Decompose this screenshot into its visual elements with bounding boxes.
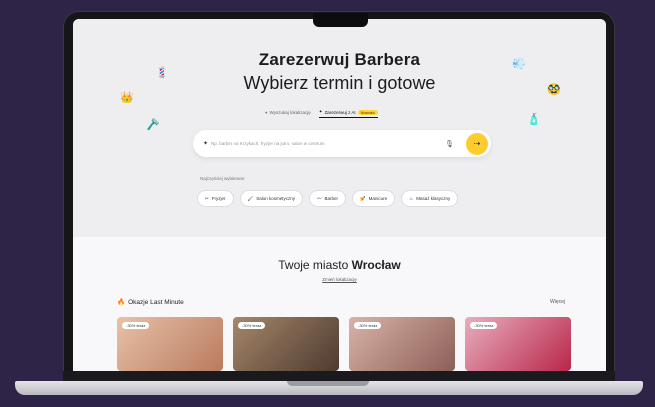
offer-card[interactable]: -30% teraz <box>465 317 571 371</box>
tab-ai[interactable]: ✦ Zarezerwuj z AI Nowość <box>318 109 378 118</box>
page-title: Zarezerwuj Barbera <box>258 50 421 69</box>
scissors-icon: ✂ <box>205 195 209 201</box>
submit-button[interactable]: ⇢ <box>466 132 488 155</box>
more-link[interactable]: Więcej <box>550 299 565 305</box>
chip-salon[interactable]: 🖌 Salon kosmetyczny <box>239 190 304 207</box>
lastminute-cards: -30% teraz -30% teraz -30% teraz -30% te… <box>117 317 571 371</box>
city-title: Twoje miasto Wrocław <box>73 258 606 272</box>
chip-label: Fryzjer <box>211 196 226 201</box>
change-location-link[interactable]: Zmień lokalizację <box>73 277 606 282</box>
search-input[interactable]: Np. barber na Krzykach, fryzjer na jutro… <box>211 141 445 146</box>
chip-label: Masaż klasyczny <box>416 196 451 201</box>
city-section: Twoje miasto Wrocław Zmień lokalizację 🔥… <box>73 237 606 371</box>
chip-label: Barber <box>324 196 339 201</box>
hero-section: 💈 👑 🪒 💨 🥸 🧴 Zarezerwuj Barbera Wybierz t… <box>73 19 606 237</box>
mustache-icon: 〰 <box>317 195 322 201</box>
tab-ai-label: Zarezerwuj z AI <box>324 109 356 115</box>
offer-card[interactable]: -30% teraz <box>349 317 455 371</box>
discount-badge: -30% teraz <box>470 322 498 329</box>
sparkle-icon: ✦ <box>203 141 209 147</box>
massage-icon: ♨ <box>409 195 414 201</box>
offer-card[interactable]: -30% teraz <box>233 317 339 371</box>
chip-manicure[interactable]: 💅 Manicure <box>352 190 396 207</box>
microphone-icon[interactable]: 🎙 <box>445 140 454 148</box>
tab-location-label: Wyszukaj lokalizację <box>269 110 311 115</box>
search-mode-tabs: ⌖ Wyszukaj lokalizację ✦ Zarezerwuj z AI… <box>265 109 378 118</box>
chip-barber[interactable]: 〰 Barber <box>309 190 347 207</box>
offer-card[interactable]: -30% teraz <box>117 317 223 371</box>
discount-badge: -30% teraz <box>122 322 150 329</box>
bottle-illustration-icon: 🧴 <box>527 114 541 126</box>
chip-fryzjer[interactable]: ✂ Fryzjer <box>197 190 234 207</box>
chip-masaz[interactable]: ♨ Masaż klasyczny <box>401 190 459 207</box>
lastminute-title: Okazje Last Minute <box>128 298 184 306</box>
razor-illustration-icon: 🪒 <box>146 119 160 131</box>
camera-notch <box>313 13 368 27</box>
category-chips: ✂ Fryzjer 🖌 Salon kosmetyczny 〰 Barber 💅… <box>197 190 459 207</box>
location-icon: ⌖ <box>265 110 268 115</box>
city-prefix: Twoje miasto <box>278 258 349 272</box>
discount-badge: -30% teraz <box>354 322 382 329</box>
send-icon: ⇢ <box>473 139 481 148</box>
brush-icon: 🖌 <box>247 195 254 201</box>
tab-location[interactable]: ⌖ Wyszukaj lokalizację <box>265 110 311 117</box>
flame-icon: 🔥 <box>117 299 126 306</box>
city-name: Wrocław <box>351 258 401 272</box>
browser-screen: 💈 👑 🪒 💨 🥸 🧴 Zarezerwuj Barbera Wybierz t… <box>73 19 606 371</box>
laptop-base-notch <box>287 381 369 386</box>
new-badge: Nowość <box>357 109 378 115</box>
chip-label: Manicure <box>368 196 388 201</box>
popular-label: Najczęściej wybierane <box>200 176 245 181</box>
nail-icon: 💅 <box>360 195 366 201</box>
discount-badge: -30% teraz <box>238 322 266 329</box>
lastminute-heading: 🔥 Okazje Last Minute <box>117 298 184 307</box>
chip-label: Salon kosmetyczny <box>256 196 296 201</box>
sparkle-icon: ✦ <box>318 109 323 114</box>
page-subtitle: Wybierz termin i gotowe <box>243 73 436 93</box>
search-bar[interactable]: ✦ Np. barber na Krzykach, fryzjer na jut… <box>193 130 491 157</box>
